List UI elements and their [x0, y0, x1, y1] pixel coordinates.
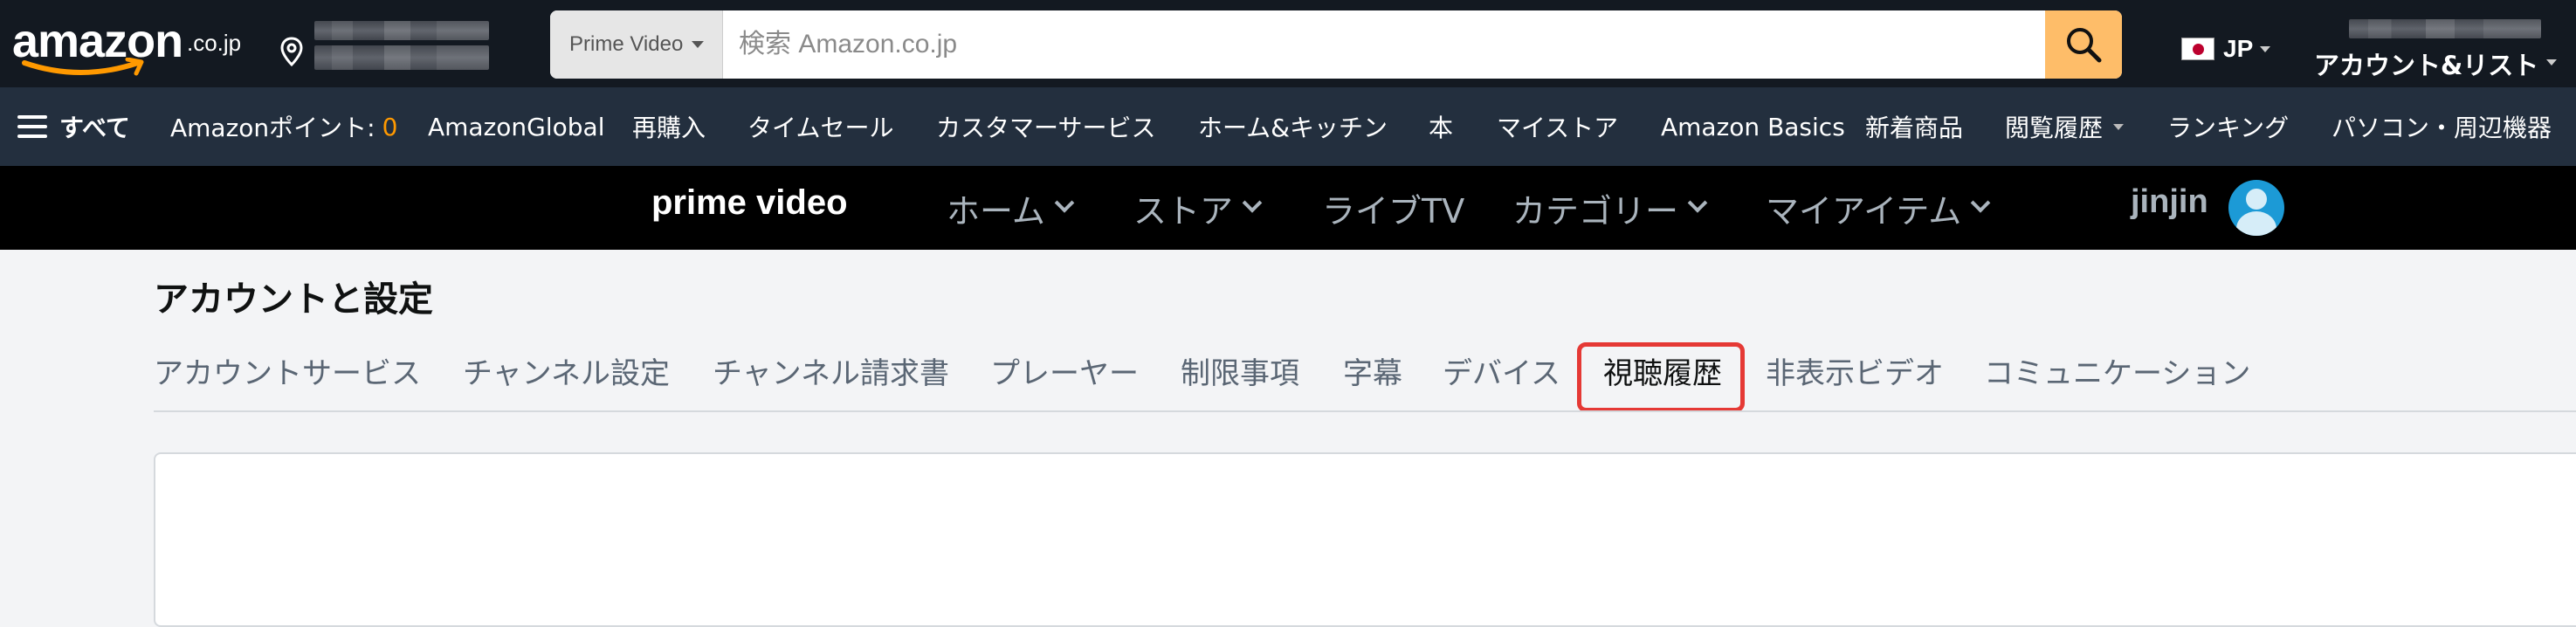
tab-subtitles[interactable]: 字幕 [1343, 342, 1402, 398]
delivery-location[interactable] [279, 16, 498, 72]
prime-menu-my-items-label: マイアイテム [1766, 191, 1962, 231]
chevron-down-icon [1687, 193, 1708, 213]
search-button[interactable] [2045, 10, 2122, 79]
tab-hidden-videos[interactable]: 非表示ビデオ [1766, 342, 1944, 398]
points-value: 0 [382, 112, 398, 141]
prime-menu-home-label: ホーム [947, 191, 1045, 231]
subnav-item-browsing-history[interactable]: 閲覧履歴 [2005, 87, 2125, 166]
prime-video-nav: prime video ホーム ストア ライブTV カテゴリー マイアイテム j… [0, 166, 2576, 250]
location-pin-icon [280, 37, 303, 66]
prime-user-name[interactable]: jinjin [2131, 183, 2208, 221]
prime-video-logo[interactable]: prime video [651, 183, 848, 223]
tab-communications[interactable]: コミュニケーション [1984, 342, 2250, 398]
caret-down-icon [2260, 45, 2271, 52]
page-title: アカウントと設定 [154, 279, 433, 320]
subnav-item-new-arrivals[interactable]: 新着商品 [1865, 87, 1963, 166]
prime-menu-live-tv[interactable]: ライブTV [1322, 166, 1464, 250]
subnav-item-my-store[interactable]: マイストア [1497, 87, 1618, 166]
amazon-top-bar: amazon .co.jp Prime Video JP [0, 0, 2576, 87]
subnav-item-customer-service[interactable]: カスタマーサービス [936, 87, 1155, 166]
hamburger-icon [17, 115, 47, 138]
prime-menu-categories-label: カテゴリー [1512, 191, 1679, 231]
japan-flag-icon [2181, 38, 2214, 60]
active-tab-highlight [1577, 342, 1745, 412]
search-icon [2067, 28, 2102, 63]
logo-smile-icon [22, 58, 144, 76]
subnav-item-rebuy[interactable]: 再購入 [632, 87, 706, 166]
subnav-item-pc-peripherals[interactable]: パソコン・周辺機器 [2331, 87, 2552, 166]
prime-menu-categories[interactable]: カテゴリー [1512, 166, 1708, 250]
account-greeting-redacted [2349, 19, 2541, 38]
avatar-icon[interactable] [2228, 180, 2284, 236]
subnav-item-points[interactable]: Amazonポイント: 0 [170, 87, 397, 166]
tab-channel-invoices[interactable]: チャンネル請求書 [713, 342, 949, 398]
avatar-head [2246, 189, 2267, 210]
tab-player[interactable]: プレーヤー [990, 342, 1139, 398]
settings-panel [154, 452, 2576, 627]
search-category-label: Prime Video [569, 32, 684, 56]
amazon-sub-nav: すべて Amazonポイント: 0 AmazonGlobal 再購入 タイムセー… [0, 87, 2576, 166]
caret-down-icon [692, 41, 705, 48]
search-category-select[interactable]: Prime Video [550, 10, 723, 79]
chevron-down-icon [1242, 193, 1263, 213]
prime-menu-live-tv-label: ライブTV [1322, 191, 1465, 231]
all-menu-button[interactable]: すべて [17, 87, 130, 166]
location-redacted-line1 [314, 21, 489, 40]
account-lists-label: アカウント&リスト [2314, 51, 2539, 80]
prime-menu-my-items[interactable]: マイアイテム [1766, 166, 1991, 250]
tab-account-services[interactable]: アカウントサービス [154, 342, 421, 398]
prime-menu-home[interactable]: ホーム [947, 166, 1075, 250]
caret-down-icon [2546, 59, 2557, 65]
browsing-history-label: 閲覧履歴 [2005, 114, 2104, 142]
account-settings-content: アカウントと設定 アカウントサービス チャンネル設定 チャンネル請求書 プレーヤ… [0, 250, 2576, 627]
subnav-item-amazonglobal[interactable]: AmazonGlobal [428, 87, 604, 166]
subnav-item-amazon-basics[interactable]: Amazon Basics [1661, 87, 1845, 166]
amazon-logo[interactable]: amazon .co.jp [12, 14, 248, 76]
search-input[interactable] [723, 10, 2050, 79]
tab-restrictions[interactable]: 制限事項 [1181, 342, 1299, 398]
chevron-down-icon [1970, 193, 1991, 213]
logo-tld: .co.jp [187, 30, 242, 56]
avatar-body [2236, 211, 2276, 236]
points-label: Amazonポイント: [170, 114, 375, 142]
subnav-item-timesale[interactable]: タイムセール [747, 87, 893, 166]
tab-devices[interactable]: デバイス [1443, 342, 1560, 398]
prime-menu-store-label: ストア [1133, 191, 1234, 231]
tabs-divider [154, 410, 2576, 412]
subnav-item-home-kitchen[interactable]: ホーム&キッチン [1198, 87, 1388, 166]
chevron-down-icon [1054, 193, 1075, 213]
location-redacted-line2 [314, 45, 489, 70]
language-selector[interactable]: JP [2181, 35, 2271, 63]
subnav-item-books[interactable]: 本 [1429, 87, 1453, 166]
language-code: JP [2223, 35, 2254, 62]
account-lists-menu[interactable]: アカウント&リスト [2314, 16, 2567, 80]
tab-channel-settings[interactable]: チャンネル設定 [463, 342, 670, 398]
caret-down-icon [2113, 123, 2125, 130]
all-menu-label: すべて [59, 114, 130, 142]
search-bar: Prime Video [550, 10, 2122, 79]
subnav-item-ranking[interactable]: ランキング [2167, 87, 2289, 166]
prime-menu-store[interactable]: ストア [1133, 166, 1263, 250]
